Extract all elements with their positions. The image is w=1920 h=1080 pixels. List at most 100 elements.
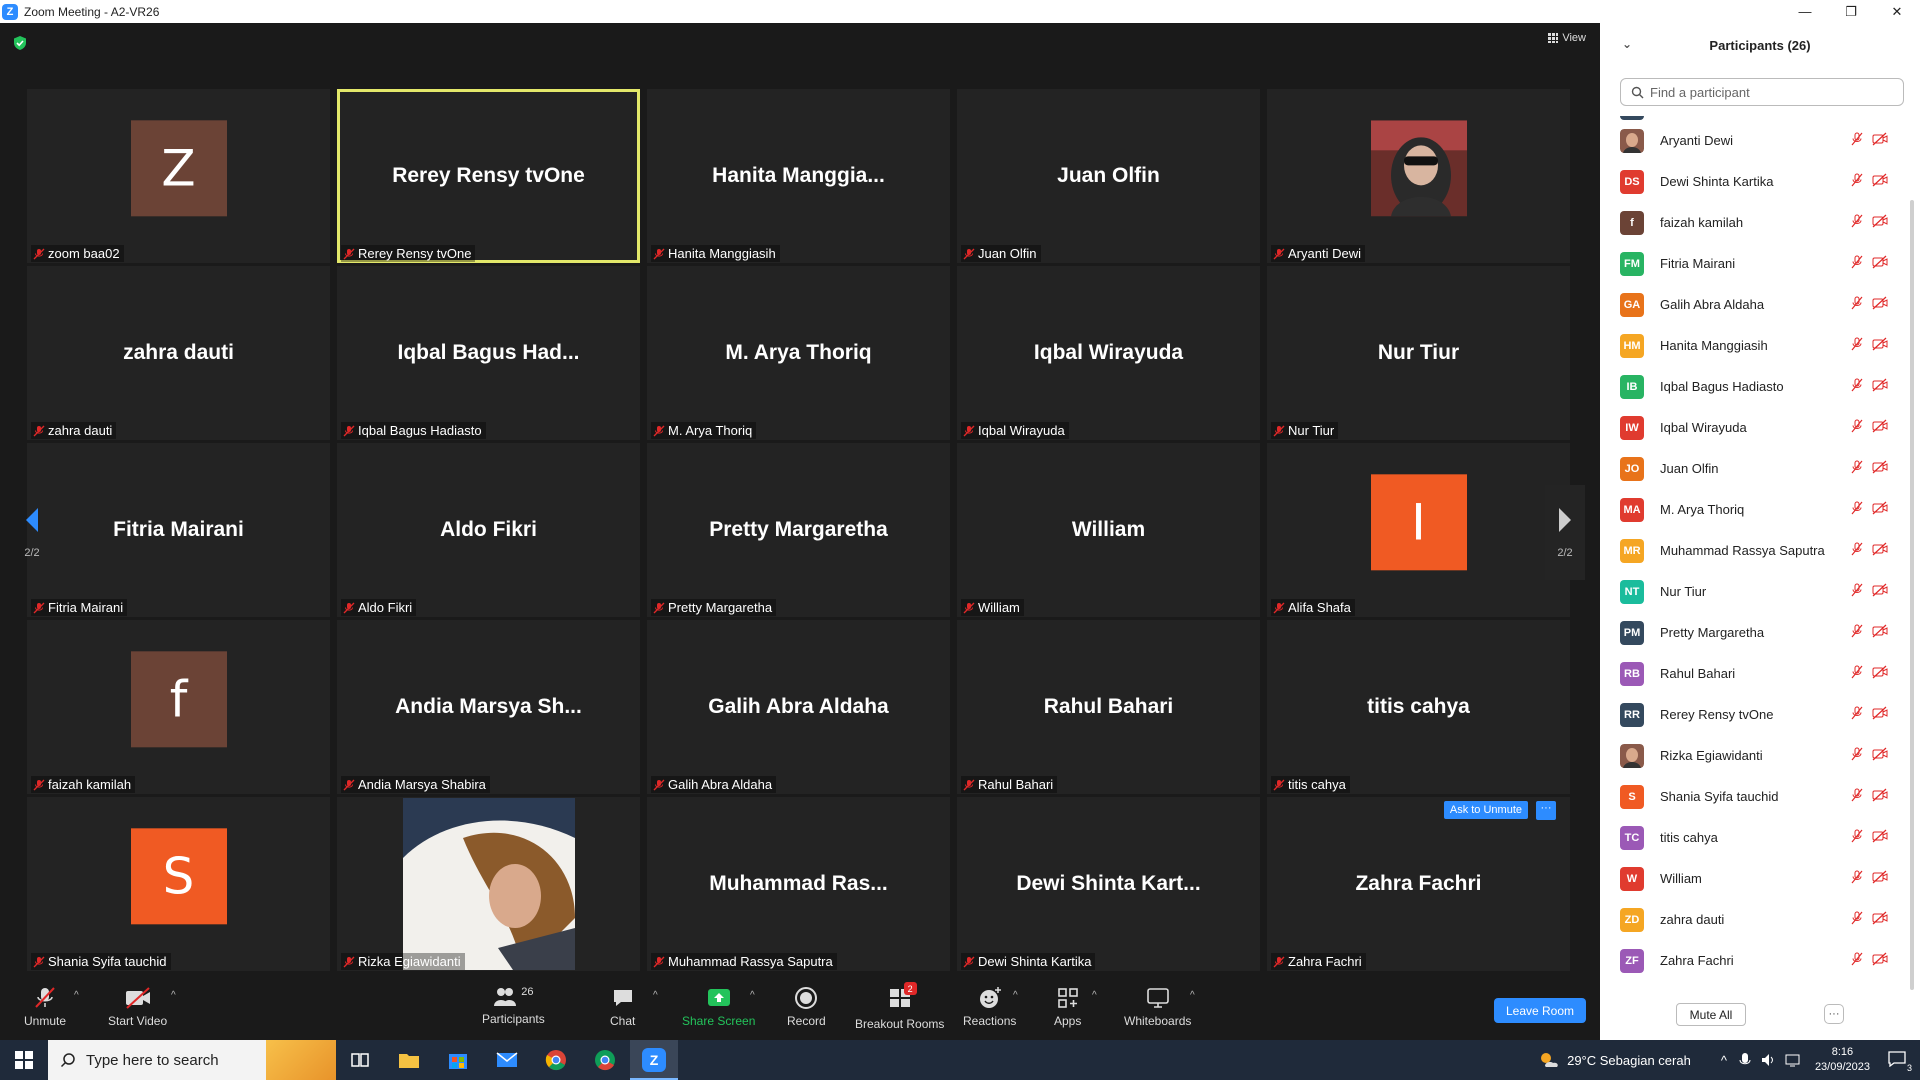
participant-row[interactable]: JO Juan Olfin xyxy=(1620,448,1894,489)
share-caret-icon[interactable]: ^ xyxy=(750,990,755,1001)
video-off-icon[interactable] xyxy=(1872,747,1888,761)
volume-icon[interactable] xyxy=(1761,1052,1777,1068)
video-tile[interactable]: Galih Abra Aldaha Galih Abra Aldaha xyxy=(647,620,950,794)
chat-button[interactable]: Chat xyxy=(610,986,635,1028)
participant-row[interactable]: ZF Zahra Fachri xyxy=(1620,940,1894,981)
video-tile[interactable]: Rizka Egiawidanti xyxy=(337,797,640,971)
video-tile[interactable]: Hanita Manggia... Hanita Manggiasih xyxy=(647,89,950,263)
video-off-icon[interactable] xyxy=(1872,706,1888,720)
participants-button[interactable]: 26 Participants xyxy=(482,986,545,1026)
mic-muted-icon[interactable] xyxy=(1850,501,1864,515)
mic-muted-icon[interactable] xyxy=(1850,542,1864,556)
record-button[interactable]: Record xyxy=(787,986,826,1028)
video-tile[interactable]: Rerey Rensy tvOne Rerey Rensy tvOne xyxy=(337,89,640,263)
weather-text[interactable]: 29°C Sebagian cerah xyxy=(1567,1053,1691,1068)
mute-all-button[interactable]: Mute All xyxy=(1676,1003,1746,1026)
video-off-icon[interactable] xyxy=(1872,829,1888,843)
video-off-icon[interactable] xyxy=(1872,337,1888,351)
share-screen-button[interactable]: Share Screen xyxy=(682,986,755,1028)
video-off-icon[interactable] xyxy=(1872,132,1888,146)
mic-muted-icon[interactable] xyxy=(1850,132,1864,146)
video-off-icon[interactable] xyxy=(1872,911,1888,925)
breakout-rooms-button[interactable]: 2 Breakout Rooms xyxy=(855,982,944,1031)
video-tile[interactable]: Nur Tiur Nur Tiur xyxy=(1267,266,1570,440)
zoom-taskbar-button[interactable]: Z xyxy=(630,1040,678,1080)
mic-muted-icon[interactable] xyxy=(1850,665,1864,679)
mic-muted-icon[interactable] xyxy=(1850,911,1864,925)
participant-row[interactable]: S Shania Syifa tauchid xyxy=(1620,776,1894,817)
mic-muted-icon[interactable] xyxy=(1850,419,1864,433)
video-tile[interactable]: Dewi Shinta Kart... Dewi Shinta Kartika xyxy=(957,797,1260,971)
unmute-button[interactable]: Unmute xyxy=(24,986,66,1028)
participant-row[interactable]: MR Muhammad Rassya Saputra xyxy=(1620,530,1894,571)
video-tile[interactable]: Fitria Mairani Fitria Mairani xyxy=(27,443,330,617)
mic-muted-icon[interactable] xyxy=(1850,460,1864,474)
participant-row[interactable]: RR Rerey Rensy tvOne xyxy=(1620,694,1894,735)
participant-row[interactable]: NT Nur Tiur xyxy=(1620,571,1894,612)
video-tile[interactable]: S Shania Syifa tauchid xyxy=(27,797,330,971)
video-tile[interactable]: zahra dauti zahra dauti xyxy=(27,266,330,440)
video-off-icon[interactable] xyxy=(1872,870,1888,884)
video-off-icon[interactable] xyxy=(1872,378,1888,392)
video-off-icon[interactable] xyxy=(1872,214,1888,228)
video-tile[interactable]: Pretty Margaretha Pretty Margaretha xyxy=(647,443,950,617)
participant-row[interactable]: Aryanti Dewi xyxy=(1620,120,1894,161)
next-page-button[interactable]: 2/2 xyxy=(1545,485,1585,580)
minimize-icon[interactable]: — xyxy=(1782,0,1828,23)
video-tile[interactable]: titis cahya titis cahya xyxy=(1267,620,1570,794)
participant-list-scrollbar[interactable] xyxy=(1910,200,1914,990)
weather-icon[interactable] xyxy=(1537,1049,1561,1071)
video-tile[interactable]: Andia Marsya Sh... Andia Marsya Shabira xyxy=(337,620,640,794)
apps-button[interactable]: Apps xyxy=(1054,986,1081,1028)
participant-row[interactable]: W William xyxy=(1620,858,1894,899)
view-button[interactable]: View xyxy=(1548,32,1586,44)
mic-muted-icon[interactable] xyxy=(1850,296,1864,310)
audio-options-caret-icon[interactable]: ^ xyxy=(74,990,79,1001)
mic-muted-icon[interactable] xyxy=(1850,747,1864,761)
mic-muted-icon[interactable] xyxy=(1850,255,1864,269)
participant-row[interactable]: TC titis cahya xyxy=(1620,817,1894,858)
mic-muted-icon[interactable] xyxy=(1850,952,1864,966)
mic-muted-icon[interactable] xyxy=(1850,173,1864,187)
taskbar-search[interactable]: Type here to search xyxy=(48,1040,336,1080)
video-off-icon[interactable] xyxy=(1872,460,1888,474)
participant-search-input[interactable] xyxy=(1650,84,1890,100)
participant-row[interactable]: f faizah kamilah xyxy=(1620,202,1894,243)
mic-muted-icon[interactable] xyxy=(1850,829,1864,843)
participant-row[interactable]: PM Pretty Margaretha xyxy=(1620,612,1894,653)
restore-icon[interactable]: ❐ xyxy=(1828,0,1874,23)
leave-room-button[interactable]: Leave Room xyxy=(1494,998,1586,1023)
video-tile[interactable]: William William xyxy=(957,443,1260,617)
mic-muted-icon[interactable] xyxy=(1850,706,1864,720)
whiteboards-caret-icon[interactable]: ^ xyxy=(1190,990,1195,1001)
video-off-icon[interactable] xyxy=(1872,255,1888,269)
apps-caret-icon[interactable]: ^ xyxy=(1092,990,1097,1001)
mic-muted-icon[interactable] xyxy=(1850,788,1864,802)
mic-tray-icon[interactable] xyxy=(1739,1052,1751,1068)
reactions-button[interactable]: Reactions xyxy=(963,986,1016,1028)
mic-muted-icon[interactable] xyxy=(1850,583,1864,597)
video-tile[interactable]: f faizah kamilah xyxy=(27,620,330,794)
participant-row[interactable]: ZD zahra dauti xyxy=(1620,899,1894,940)
panel-more-button[interactable]: ··· xyxy=(1824,1004,1844,1024)
notifications-button[interactable]: 3 xyxy=(1888,1050,1912,1073)
video-off-icon[interactable] xyxy=(1872,624,1888,638)
store-icon[interactable] xyxy=(446,1048,470,1072)
video-tile[interactable]: Iqbal Bagus Had... Iqbal Bagus Hadiasto xyxy=(337,266,640,440)
clock[interactable]: 8:16 23/09/2023 xyxy=(1815,1045,1870,1075)
close-icon[interactable]: ✕ xyxy=(1874,0,1920,23)
video-off-icon[interactable] xyxy=(1872,173,1888,187)
participant-row[interactable]: DS Dewi Shinta Kartika xyxy=(1620,161,1894,202)
video-tile[interactable]: Muhammad Ras... Muhammad Rassya Saputra xyxy=(647,797,950,971)
video-off-icon[interactable] xyxy=(1872,665,1888,679)
tile-more-button[interactable]: ··· xyxy=(1536,801,1556,820)
mic-muted-icon[interactable] xyxy=(1850,337,1864,351)
video-tile[interactable]: M. Arya Thoriq M. Arya Thoriq xyxy=(647,266,950,440)
video-off-icon[interactable] xyxy=(1872,583,1888,597)
mic-muted-icon[interactable] xyxy=(1850,624,1864,638)
mic-muted-icon[interactable] xyxy=(1850,870,1864,884)
participant-row[interactable]: HM Hanita Manggiasih xyxy=(1620,325,1894,366)
task-view-icon[interactable] xyxy=(348,1048,372,1072)
tray-chevron-icon[interactable]: ^ xyxy=(1721,1053,1727,1068)
chrome-profile-icon[interactable] xyxy=(593,1048,617,1072)
